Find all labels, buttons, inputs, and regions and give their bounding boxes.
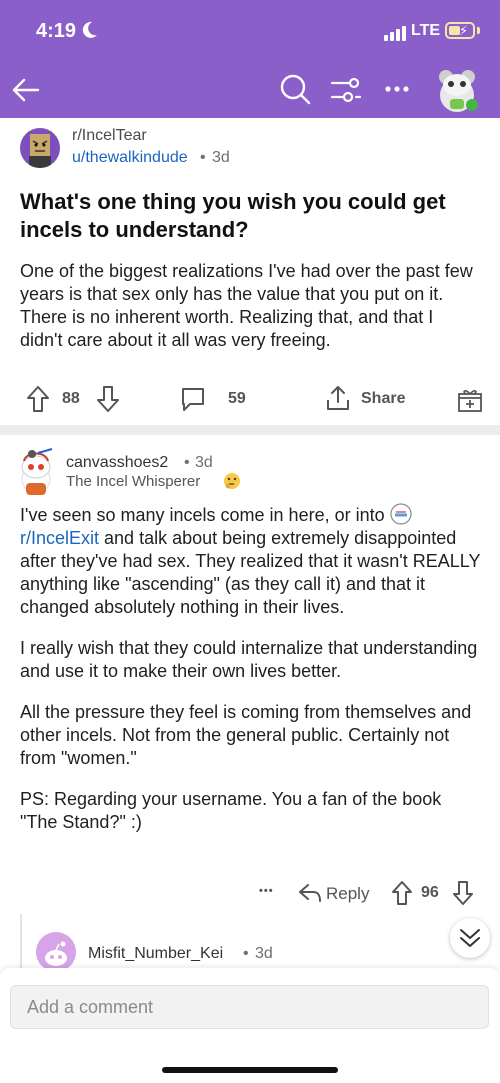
signal-icon — [384, 26, 406, 41]
comment-paragraph: All the pressure they feel is coming fro… — [20, 702, 472, 768]
section-divider — [0, 425, 500, 435]
search-icon[interactable] — [278, 72, 312, 106]
upvote-icon[interactable] — [26, 385, 50, 413]
comment-paragraph: I've seen so many incels come in here, o… — [20, 503, 481, 617]
comment-age: 3d — [195, 454, 213, 471]
battery-icon: ⚡ — [445, 22, 475, 39]
moon-icon — [82, 21, 97, 38]
reply-arrow-icon[interactable] — [298, 882, 322, 904]
comment-paragraph: PS: Regarding your username. You a fan o… — [20, 789, 442, 832]
comment-action-bar: ••• Reply 96 — [0, 878, 500, 908]
subreddit-link[interactable]: r/IncelExit — [20, 528, 99, 548]
subreddit-avatar[interactable] — [20, 128, 60, 168]
award-gift-icon[interactable] — [457, 385, 483, 413]
post-vote-count: 88 — [62, 390, 80, 407]
reply-author[interactable]: Misfit_Number_Kei — [88, 945, 223, 963]
thinking-emoji-icon — [224, 473, 240, 489]
double-chevron-down-icon — [460, 929, 480, 947]
meta-separator: • — [243, 945, 249, 962]
status-bar: 4:19 LTE ⚡ — [0, 0, 500, 60]
comment-paragraph: I really wish that they could internaliz… — [20, 638, 478, 681]
reply-button[interactable]: Reply — [326, 884, 369, 904]
comment-body: I've seen so many incels come in here, o… — [20, 503, 482, 852]
user-flair: The Incel Whisperer — [66, 473, 201, 490]
post-comment-count: 59 — [228, 390, 246, 407]
next-comment-button[interactable] — [450, 918, 490, 958]
comment-author[interactable]: canvasshoes2 — [66, 454, 168, 472]
add-comment-input[interactable] — [11, 986, 488, 1028]
home-indicator — [162, 1067, 338, 1073]
commenter-avatar[interactable] — [12, 445, 60, 497]
post-title: What's one thing you wish you could get … — [20, 189, 446, 242]
back-arrow-icon[interactable] — [10, 74, 42, 106]
paper-bag-icon — [29, 134, 51, 168]
status-time: 4:19 — [36, 20, 77, 42]
more-options-icon[interactable] — [384, 85, 410, 93]
snoo-avatar-icon — [45, 941, 67, 966]
comment-composer-bar — [0, 968, 500, 1083]
sort-filter-icon[interactable] — [330, 76, 362, 104]
comment-downvote-icon[interactable] — [452, 880, 474, 906]
comment-composer — [10, 985, 489, 1029]
comment-more-options[interactable]: ••• — [259, 885, 274, 897]
comment-vote-count: 96 — [421, 884, 439, 901]
share-icon[interactable] — [325, 384, 351, 412]
thread-line — [20, 914, 22, 974]
share-button[interactable]: Share — [361, 390, 405, 408]
comment-bubble-icon[interactable] — [180, 386, 206, 412]
comment-upvote-icon[interactable] — [391, 880, 413, 906]
post-body: One of the biggest realizations I've had… — [20, 261, 473, 350]
user-avatar[interactable] — [432, 65, 482, 115]
meta-separator: • — [184, 454, 190, 471]
post-author[interactable]: u/thewalkindude — [72, 149, 188, 167]
subreddit-name[interactable]: r/IncelTear — [72, 127, 147, 145]
app-bar — [0, 60, 500, 118]
network-label: LTE — [411, 22, 441, 39]
post-action-bar: 88 59 Share — [0, 380, 500, 420]
downvote-icon[interactable] — [96, 385, 120, 413]
post-age: 3d — [212, 149, 230, 166]
subreddit-link-icon — [390, 503, 412, 525]
reply-age: 3d — [255, 945, 273, 962]
reply-author-avatar[interactable] — [36, 932, 76, 972]
meta-separator: • — [200, 149, 206, 166]
